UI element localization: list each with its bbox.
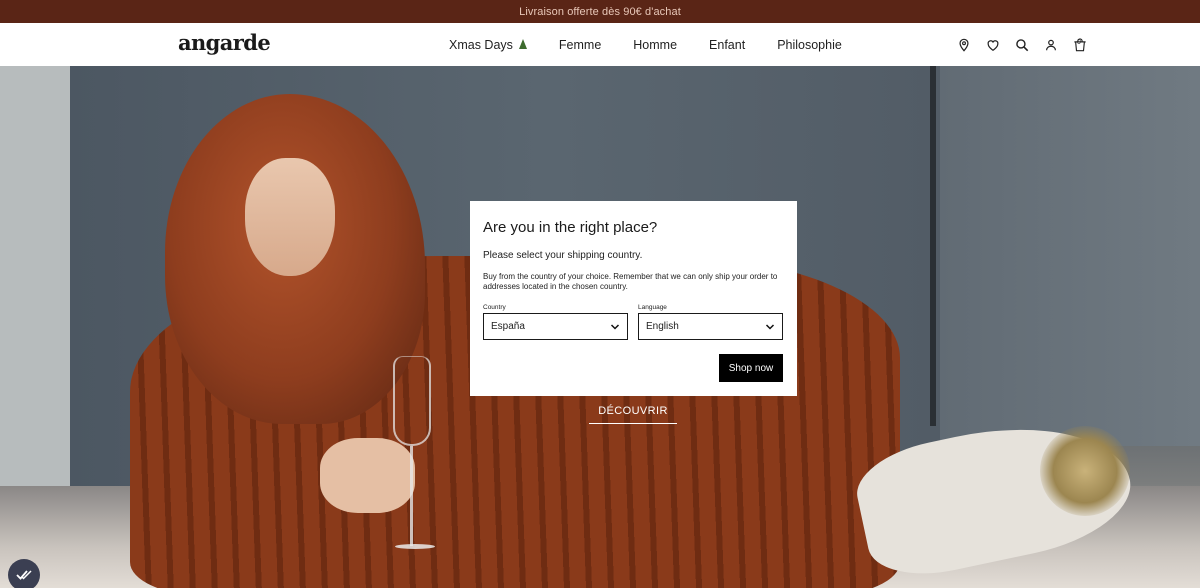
hero-model-face: [245, 158, 335, 276]
language-select-value: English: [646, 321, 679, 332]
nav-item-label: Enfant: [709, 37, 746, 52]
search-icon[interactable]: [1014, 37, 1030, 53]
modal-title: Are you in the right place?: [483, 219, 658, 236]
christmas-tree-icon: [518, 38, 527, 49]
consent-badge-icon[interactable]: [8, 559, 40, 588]
language-label: Language: [638, 304, 667, 311]
announcement-text: Livraison offerte dès 90€ d'achat: [519, 5, 681, 18]
nav-item-femme[interactable]: Femme: [559, 38, 601, 52]
nav-item-label: Homme: [633, 37, 678, 52]
nav-item-label: Philosophie: [777, 37, 842, 52]
main-nav: Xmas Days Femme Homme Enfant Philosophie: [449, 23, 842, 66]
country-select-value: España: [491, 321, 525, 332]
cart-icon[interactable]: 0: [1072, 37, 1088, 53]
nav-item-philosophie[interactable]: Philosophie: [777, 38, 842, 52]
site-header: angarde Xmas Days Femme Homme Enfant Phi…: [0, 23, 1200, 66]
nav-item-enfant[interactable]: Enfant: [709, 38, 745, 52]
header-icons: 0: [956, 23, 1088, 66]
brand-logo[interactable]: angarde: [178, 30, 271, 55]
wine-glass-image: [393, 356, 435, 556]
chevron-down-icon: [610, 324, 620, 330]
country-select[interactable]: España: [483, 313, 628, 340]
language-select[interactable]: English: [638, 313, 783, 340]
country-selector-modal: Are you in the right place? Please selec…: [470, 201, 797, 396]
hero-pole: [930, 66, 936, 426]
heart-icon[interactable]: [985, 37, 1001, 53]
nav-item-xmas-days[interactable]: Xmas Days: [449, 38, 527, 52]
nav-item-label: Femme: [558, 37, 602, 52]
location-pin-icon[interactable]: [956, 37, 972, 53]
country-label: Country: [483, 304, 506, 311]
announcement-bar: Livraison offerte dès 90€ d'achat: [0, 0, 1200, 23]
nav-item-label: Xmas Days: [449, 37, 513, 52]
discover-link[interactable]: DÉCOUVRIR: [589, 405, 677, 424]
modal-description: Buy from the country of your choice. Rem…: [483, 272, 778, 291]
modal-subtitle: Please select your shipping country.: [483, 250, 643, 261]
shop-now-button[interactable]: Shop now: [719, 354, 783, 382]
chevron-down-icon: [765, 324, 775, 330]
hero-wall-panel-right: [940, 66, 1200, 446]
cart-count-badge: 0: [1077, 38, 1081, 46]
hero-shoe-glitter: [1040, 426, 1130, 516]
nav-item-homme[interactable]: Homme: [633, 38, 677, 52]
user-icon[interactable]: [1043, 37, 1059, 53]
